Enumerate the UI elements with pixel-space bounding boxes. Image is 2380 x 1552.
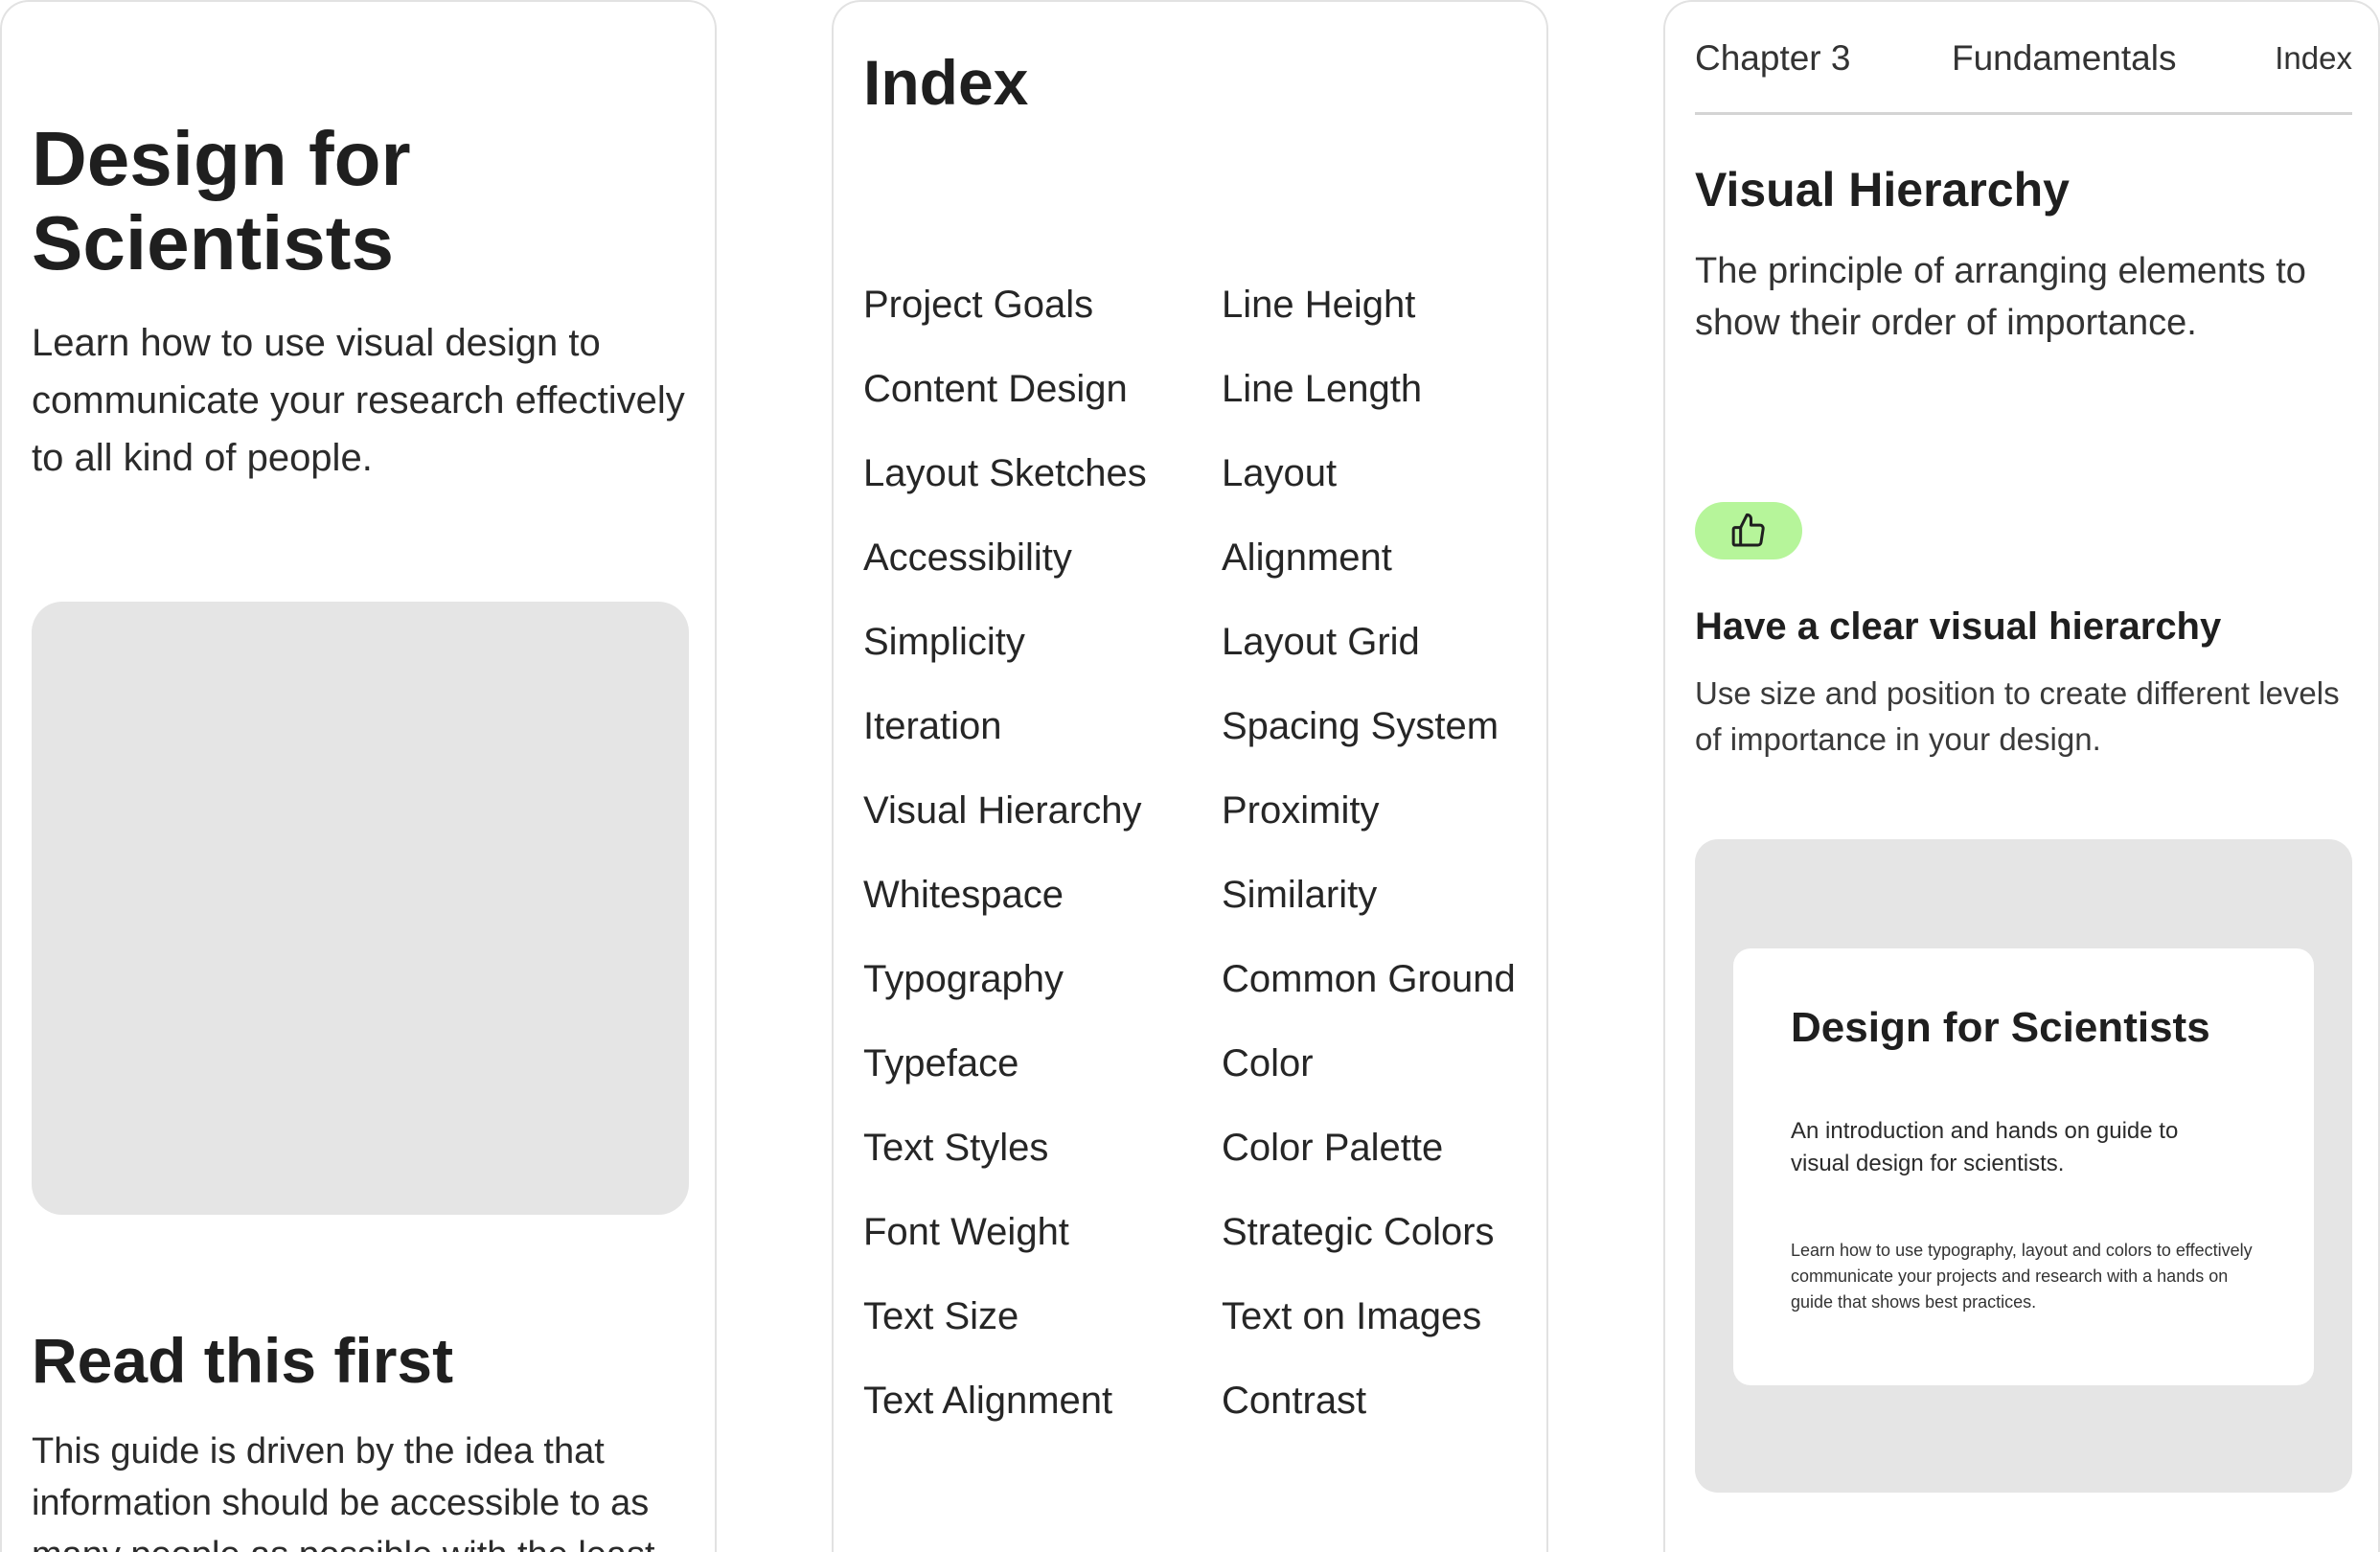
index-item[interactable]: Line Length — [1222, 358, 1538, 420]
index-item[interactable]: Accessibility — [863, 527, 1208, 588]
thumbs-up-badge — [1695, 502, 1802, 559]
index-item[interactable]: Text on Images — [1222, 1286, 1538, 1347]
chapter-screen: Chapter 3 Fundamentals Index Visual Hier… — [1663, 0, 2380, 1552]
tip-body: Use size and position to create differen… — [1695, 675, 2340, 757]
index-list-right: Line Height Line Length Layout Alignment… — [1222, 274, 1538, 1454]
index-item[interactable]: Simplicity — [863, 611, 1208, 673]
nav-index-link[interactable]: Index — [2275, 31, 2352, 86]
index-item[interactable]: Whitespace — [863, 864, 1208, 925]
chapter-nav: Chapter 3 Fundamentals Index — [1695, 31, 2352, 115]
screenshot-stage: Design for Scientists Learn how to use v… — [0, 0, 2380, 1552]
index-item[interactable]: Common Ground — [1222, 948, 1538, 1010]
nav-chapter[interactable]: Chapter 3 — [1695, 31, 1851, 86]
thumbs-up-icon — [1731, 513, 1765, 547]
example-preview-card: Design for Scientists An introduction an… — [1733, 948, 2314, 1385]
index-item[interactable]: Content Design — [863, 358, 1208, 420]
index-list-left: Project Goals Content Design Layout Sket… — [863, 274, 1208, 1454]
index-item[interactable]: Text Styles — [863, 1117, 1208, 1178]
index-item[interactable]: Visual Hierarchy — [863, 780, 1208, 841]
section-body: This guide is driven by the idea that in… — [32, 1431, 655, 1552]
index-item[interactable]: Strategic Colors — [1222, 1201, 1538, 1263]
book-title: Design for Scientists — [32, 116, 411, 285]
section-heading: Read this first — [32, 1325, 454, 1396]
index-item[interactable]: Contrast — [1222, 1370, 1538, 1431]
index-item[interactable]: Similarity — [1222, 864, 1538, 925]
index-item[interactable]: Typeface — [863, 1033, 1208, 1094]
index-title: Index — [863, 47, 1029, 118]
index-item[interactable]: Proximity — [1222, 780, 1538, 841]
index-item[interactable]: Color Palette — [1222, 1117, 1538, 1178]
example-preview-panel: Design for Scientists An introduction an… — [1695, 839, 2352, 1493]
intro-screen: Design for Scientists Learn how to use v… — [0, 0, 717, 1552]
index-item[interactable]: Line Height — [1222, 274, 1538, 335]
preview-small-text: Learn how to use typography, layout and … — [1791, 1241, 2253, 1312]
index-screen: Index Project Goals Content Design Layou… — [832, 0, 1548, 1552]
index-item[interactable]: Layout — [1222, 443, 1538, 504]
book-description: Learn how to use visual design to commun… — [32, 322, 685, 479]
index-item[interactable]: Color — [1222, 1033, 1538, 1094]
index-item[interactable]: Layout Grid — [1222, 611, 1538, 673]
index-item[interactable]: Typography — [863, 948, 1208, 1010]
index-item[interactable]: Text Alignment — [863, 1370, 1208, 1431]
preview-subtitle: An introduction and hands on guide to vi… — [1791, 1118, 2179, 1176]
chapter-description: The principle of arranging elements to s… — [1695, 251, 2306, 343]
chapter-title: Visual Hierarchy — [1695, 163, 2070, 217]
index-item[interactable]: Text Size — [863, 1286, 1208, 1347]
index-item[interactable]: Spacing System — [1222, 696, 1538, 757]
index-item[interactable]: Project Goals — [863, 274, 1208, 335]
index-item[interactable]: Alignment — [1222, 527, 1538, 588]
nav-section[interactable]: Fundamentals — [1952, 31, 2176, 86]
index-item[interactable]: Iteration — [863, 696, 1208, 757]
index-item[interactable]: Layout Sketches — [863, 443, 1208, 504]
preview-title: Design for Scientists — [1791, 1004, 2210, 1051]
index-item[interactable]: Font Weight — [863, 1201, 1208, 1263]
cover-image-placeholder — [32, 602, 689, 1215]
tip-heading: Have a clear visual hierarchy — [1695, 605, 2222, 648]
